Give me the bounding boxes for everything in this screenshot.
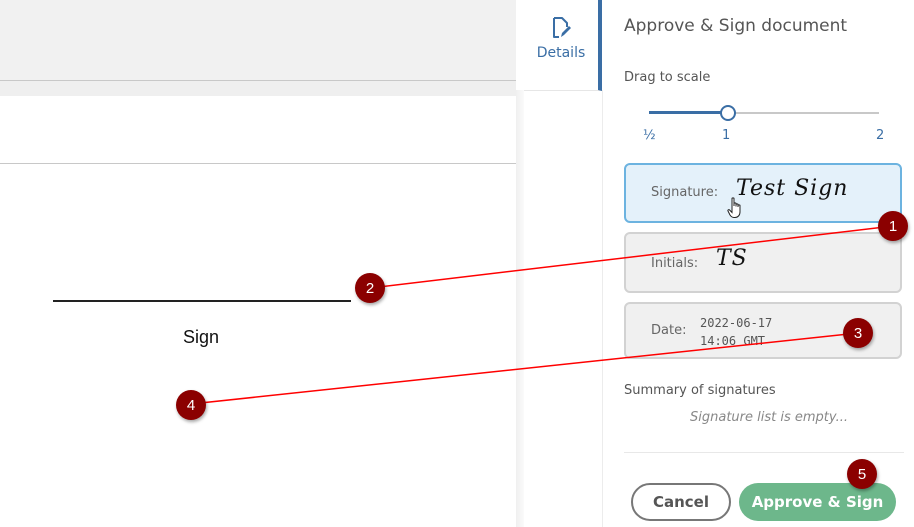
- approve-sign-button[interactable]: Approve & Sign: [739, 483, 896, 521]
- panel-divider: [602, 90, 603, 527]
- summary-empty-text: Signature list is empty...: [690, 410, 848, 425]
- document-subbar: [0, 81, 516, 96]
- panel-title: Approve & Sign document: [624, 16, 848, 36]
- tab-details[interactable]: Details: [524, 0, 602, 91]
- tick-two: 2: [876, 128, 885, 143]
- tab-details-label: Details: [536, 45, 586, 61]
- hand-cursor-icon: [727, 197, 741, 218]
- tick-one: 1: [722, 128, 731, 143]
- signature-caption: Sign: [183, 327, 220, 347]
- initials-value: TS: [716, 246, 748, 271]
- document-edit-icon: [553, 17, 571, 38]
- annotation-badge-5: 5: [847, 459, 877, 489]
- annotation-badge-1: 1: [878, 211, 908, 241]
- document-edge: [516, 90, 524, 527]
- signature-line: [53, 300, 351, 302]
- footer-divider: [624, 452, 904, 453]
- document-divider: [0, 163, 516, 164]
- scale-slider[interactable]: [649, 104, 879, 122]
- annotation-badge-3: 3: [843, 318, 873, 348]
- signature-field[interactable]: Signature: Test Sign: [624, 163, 902, 223]
- initials-label: Initials:: [651, 256, 699, 271]
- tick-half: ½: [643, 128, 656, 143]
- cancel-button[interactable]: Cancel: [631, 483, 731, 521]
- signature-value: Test Sign: [736, 176, 849, 201]
- initials-field[interactable]: Initials: TS: [624, 232, 902, 293]
- date-value: 2022-06-17 14:06 GMT: [700, 316, 773, 348]
- document-toolbar: [0, 0, 516, 81]
- annotation-badge-4: 4: [176, 390, 206, 420]
- slider-fill: [649, 111, 726, 114]
- annotation-badge-2: 2: [355, 273, 385, 303]
- date-label: Date:: [651, 323, 687, 338]
- summary-label: Summary of signatures: [624, 383, 776, 398]
- scale-label: Drag to scale: [624, 70, 711, 85]
- slider-thumb[interactable]: [719, 105, 736, 121]
- signature-label: Signature:: [651, 185, 719, 200]
